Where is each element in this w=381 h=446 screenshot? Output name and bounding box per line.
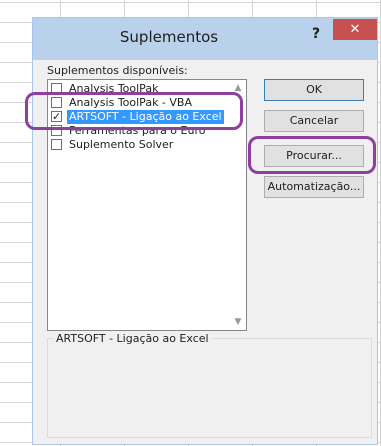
cancel-button[interactable]: Cancelar: [264, 110, 364, 132]
addins-dialog: Suplementos ? ✕ Suplementos disponíveis:…: [32, 17, 378, 445]
ok-button[interactable]: OK: [264, 79, 364, 101]
checkbox[interactable]: [51, 139, 62, 150]
help-button[interactable]: ?: [305, 23, 327, 45]
automation-button[interactable]: Automatização...: [264, 176, 364, 198]
description-group: ARTSOFT - Ligação ao Excel: [47, 332, 372, 438]
close-button[interactable]: ✕: [333, 19, 377, 40]
addin-highlight-annotation: [25, 92, 243, 130]
list-item-label: Suplemento Solver: [69, 138, 174, 151]
dialog-titlebar: Suplementos ? ✕: [33, 18, 377, 60]
browse-highlight-annotation: [248, 136, 376, 174]
available-addins-label-text: Suplementos disponíveis:: [47, 64, 188, 77]
dialog-title: Suplementos: [119, 28, 219, 46]
close-icon: ✕: [349, 22, 361, 37]
scroll-down-icon[interactable]: ▼: [230, 314, 246, 330]
description-title: ARTSOFT - Ligação ao Excel: [54, 332, 211, 345]
available-addins-label: Suplementos disponíveis:: [47, 64, 188, 77]
